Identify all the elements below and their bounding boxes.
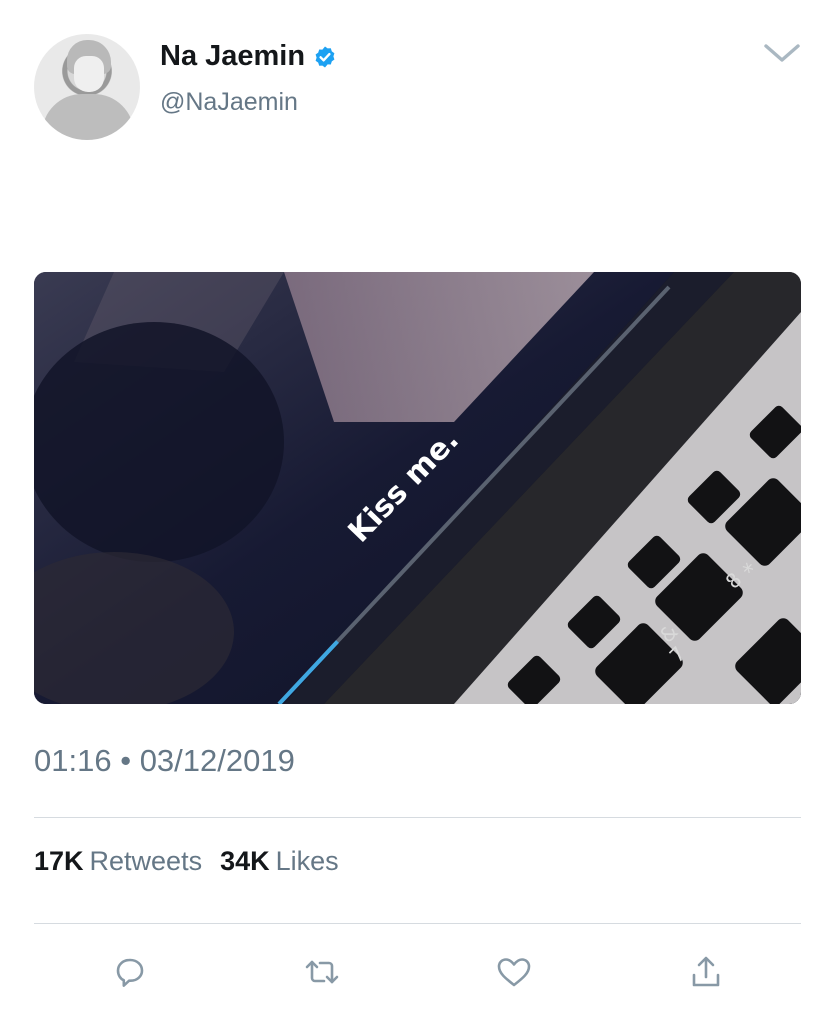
like-icon: [497, 958, 531, 987]
retweets-stat[interactable]: 17K Retweets: [34, 846, 202, 877]
share-icon: [692, 956, 720, 987]
avatar-shoulders: [42, 94, 134, 140]
divider-top: [34, 817, 801, 818]
avatar-face: [74, 56, 104, 92]
tweet-stats: 17K Retweets 34K Likes: [34, 846, 339, 877]
reply-button[interactable]: [108, 950, 152, 994]
retweet-button[interactable]: [300, 950, 344, 994]
likes-stat[interactable]: 34K Likes: [220, 846, 339, 877]
display-name-text: Na Jaemin: [160, 40, 306, 72]
like-button[interactable]: [492, 950, 536, 994]
timestamp-date: 03/12/2019: [139, 743, 295, 778]
likes-count: 34K: [220, 846, 270, 876]
reply-icon: [116, 958, 144, 987]
tweet-media-image[interactable]: * 8 & 7 Kiss me.: [34, 272, 801, 704]
avatar[interactable]: [34, 34, 140, 140]
media-photo: * 8 & 7 Kiss me.: [34, 272, 801, 704]
username-handle[interactable]: @NaJaemin: [160, 88, 298, 117]
display-name[interactable]: Na Jaemin: [160, 40, 337, 73]
divider-bottom: [34, 923, 801, 924]
tweet-timestamp[interactable]: 01:16 • 03/12/2019: [34, 743, 295, 779]
timestamp-separator: •: [120, 743, 132, 778]
retweets-count: 17K: [34, 846, 84, 876]
verified-badge-icon: [315, 46, 335, 67]
retweet-icon: [305, 960, 339, 984]
share-button[interactable]: [684, 950, 728, 994]
likes-label: Likes: [275, 846, 339, 876]
timestamp-time: 01:16: [34, 743, 112, 778]
retweets-label: Retweets: [89, 846, 203, 876]
chevron-down-icon[interactable]: [762, 40, 802, 66]
